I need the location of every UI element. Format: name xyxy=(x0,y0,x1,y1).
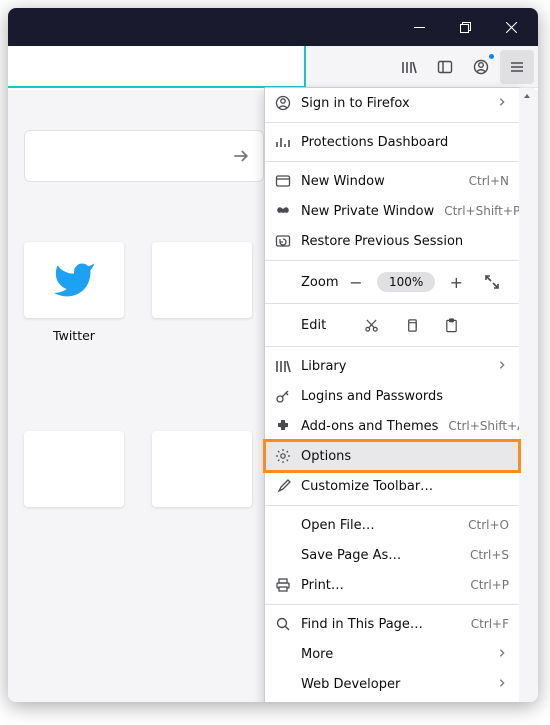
chevron-right-icon xyxy=(497,96,509,111)
scroll-up-icon[interactable] xyxy=(519,88,534,104)
zoom-level[interactable]: 100% xyxy=(377,272,435,292)
library-icon[interactable] xyxy=(392,50,426,84)
chevron-right-icon xyxy=(497,359,509,374)
separator xyxy=(265,161,519,162)
menu-find[interactable]: Find in This Page… Ctrl+F xyxy=(265,609,519,639)
private-window-icon xyxy=(275,203,291,219)
menu-print[interactable]: Print… Ctrl+P xyxy=(265,570,519,600)
addons-icon xyxy=(275,418,291,434)
separator xyxy=(265,260,519,261)
menu-restore-session[interactable]: Restore Previous Session xyxy=(265,226,519,256)
menu-protections[interactable]: Protections Dashboard xyxy=(265,127,519,157)
menu-zoom: Zoom − 100% + xyxy=(265,265,519,299)
separator xyxy=(265,303,519,304)
separator xyxy=(265,346,519,347)
top-site-empty[interactable] xyxy=(152,242,252,343)
dashboard-icon xyxy=(275,134,291,150)
menu-webdev[interactable]: Web Developer xyxy=(265,669,519,699)
arrow-right-icon xyxy=(231,146,251,166)
menu-logins[interactable]: Logins and Passwords xyxy=(265,381,519,411)
app-menu: Sign in to Firefox Protections Dashboard… xyxy=(264,87,520,702)
menu-more[interactable]: More xyxy=(265,639,519,669)
titlebar xyxy=(8,8,538,46)
library-icon xyxy=(275,358,291,374)
cut-button[interactable] xyxy=(351,318,391,333)
twitter-icon xyxy=(52,258,96,302)
close-button[interactable] xyxy=(488,11,534,43)
paintbrush-icon xyxy=(275,478,291,494)
menu-private-window[interactable]: New Private Window Ctrl+Shift+P xyxy=(265,196,519,226)
top-site-twitter[interactable]: Twitter xyxy=(24,242,124,343)
minimize-button[interactable] xyxy=(396,11,442,43)
fullscreen-button[interactable] xyxy=(477,269,507,295)
menu-library[interactable]: Library xyxy=(265,351,519,381)
menu-addons[interactable]: Add-ons and Themes Ctrl+Shift+A xyxy=(265,411,519,441)
zoom-in-button[interactable]: + xyxy=(441,269,471,295)
account-icon xyxy=(275,95,291,111)
menu-open-file[interactable]: Open File… Ctrl+O xyxy=(265,510,519,540)
separator xyxy=(265,505,519,506)
key-icon xyxy=(275,388,291,404)
restore-button[interactable] xyxy=(442,11,488,43)
menu-new-window[interactable]: New Window Ctrl+N xyxy=(265,166,519,196)
top-site-empty[interactable] xyxy=(24,431,124,507)
chevron-right-icon xyxy=(497,647,509,662)
restore-icon xyxy=(275,233,291,249)
menu-help[interactable]: Help xyxy=(265,699,519,702)
separator xyxy=(265,122,519,123)
scrollbar[interactable] xyxy=(519,88,534,702)
hamburger-menu-button[interactable] xyxy=(500,50,534,84)
paste-button[interactable] xyxy=(431,318,471,333)
sidebar-icon[interactable] xyxy=(428,50,462,84)
search-icon xyxy=(275,616,291,632)
menu-edit: Edit xyxy=(265,308,519,342)
menu-signin[interactable]: Sign in to Firefox xyxy=(265,88,519,118)
chevron-right-icon xyxy=(497,677,509,692)
menu-customize[interactable]: Customize Toolbar… xyxy=(265,471,519,501)
menu-options[interactable]: Options xyxy=(265,441,519,471)
search-input[interactable] xyxy=(24,130,264,182)
new-window-icon xyxy=(275,173,291,189)
browser-window: Twitter Sign in to Firefox Protections D… xyxy=(8,8,538,702)
tile-label: Twitter xyxy=(24,328,124,343)
copy-button[interactable] xyxy=(391,318,431,333)
print-icon xyxy=(275,577,291,593)
menu-save-as[interactable]: Save Page As… Ctrl+S xyxy=(265,540,519,570)
account-icon[interactable] xyxy=(464,50,498,84)
separator xyxy=(265,604,519,605)
zoom-out-button[interactable]: − xyxy=(341,269,371,295)
tab-strip[interactable] xyxy=(8,46,306,88)
top-site-empty[interactable] xyxy=(152,431,252,507)
gear-icon xyxy=(275,448,291,464)
notification-dot-icon xyxy=(489,54,494,59)
